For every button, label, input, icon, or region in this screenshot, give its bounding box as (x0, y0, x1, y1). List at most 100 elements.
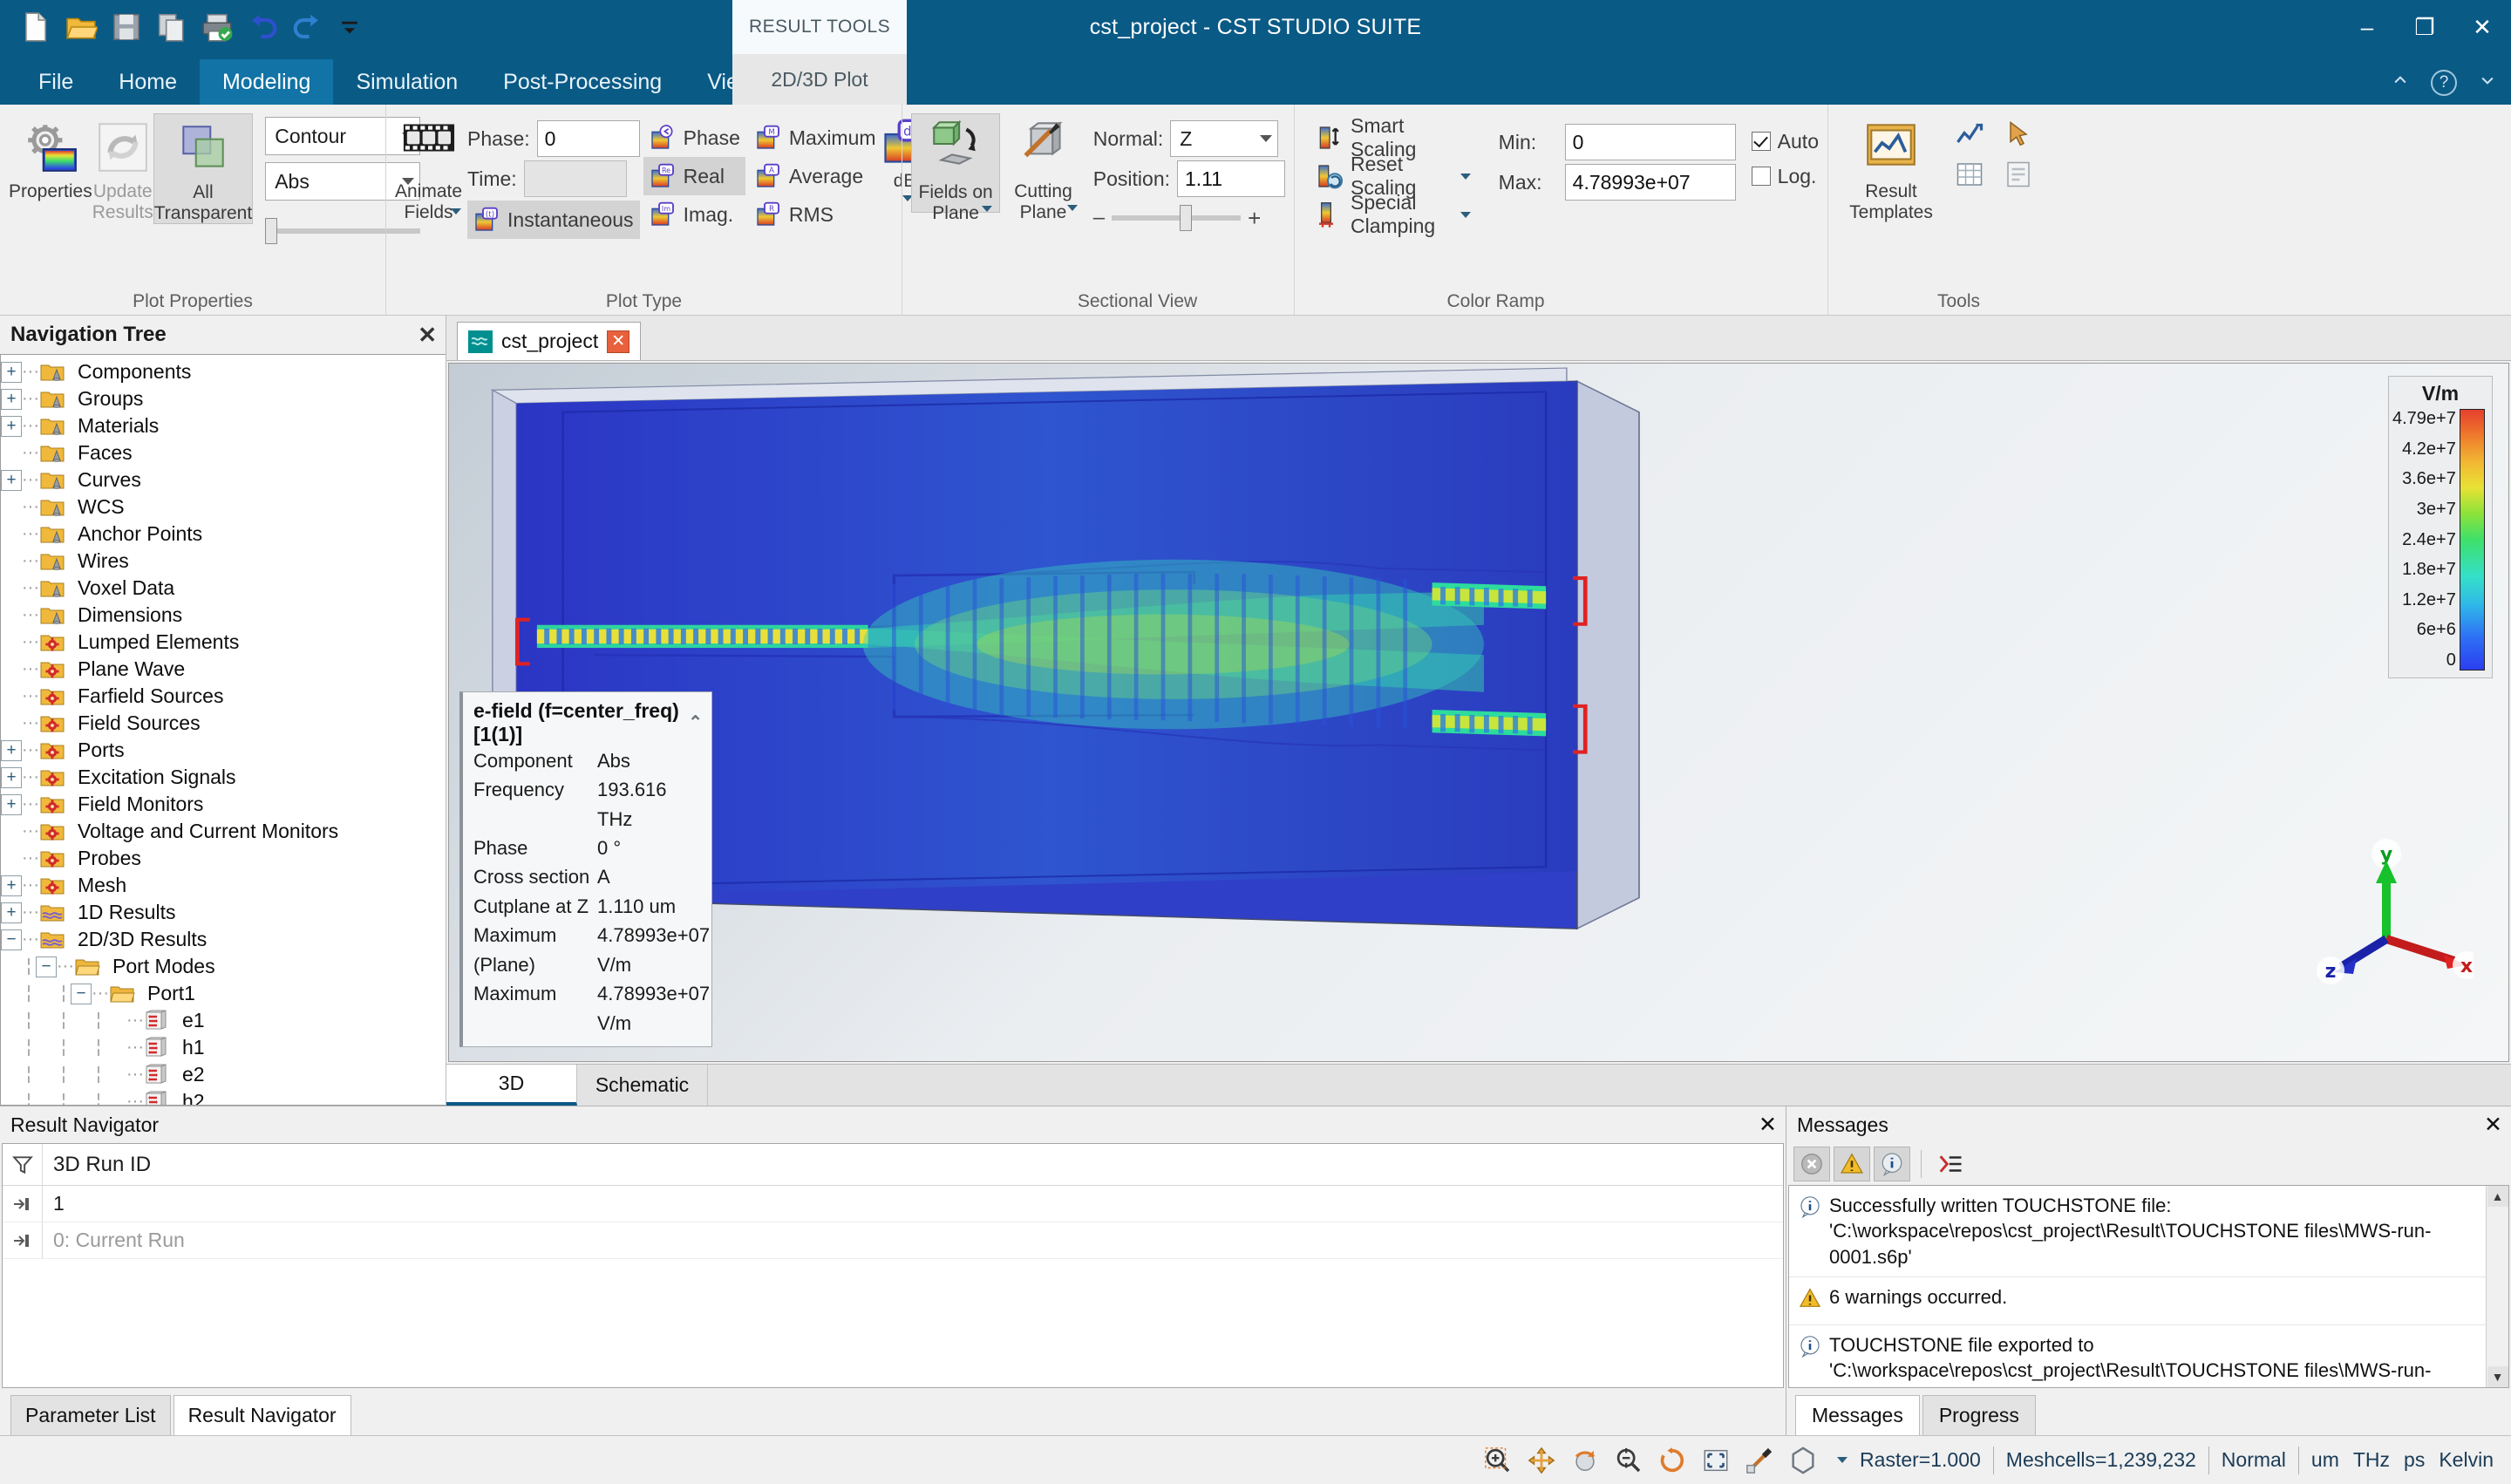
tab-simulation[interactable]: Simulation (333, 59, 480, 105)
tab-3d[interactable]: 3D (446, 1065, 577, 1106)
smart-scaling-button[interactable]: Smart Scaling (1310, 119, 1476, 157)
tree-item-wires[interactable]: ···Wires (1, 548, 446, 575)
tab-progress[interactable]: Progress (1922, 1395, 2036, 1435)
position-increment-button[interactable]: + (1248, 205, 1261, 232)
result-navigator-row[interactable]: 0: Current Run (3, 1222, 1783, 1259)
tree-item-h1[interactable]: ¦¦¦···h1 (1, 1034, 446, 1061)
navigation-tree[interactable]: +···Components+···Groups+···Materials···… (0, 354, 446, 1106)
min-input[interactable]: 0 (1565, 124, 1736, 160)
result-templates-button[interactable]: Result Templates (1837, 113, 1945, 222)
tree-item-materials[interactable]: +···Materials (1, 412, 446, 439)
zoom-icon[interactable] (1483, 1446, 1513, 1475)
tree-item-probes[interactable]: ···Probes (1, 845, 446, 872)
zoom-out-icon[interactable] (1614, 1446, 1643, 1475)
rms-button[interactable]: R RMS (749, 195, 881, 234)
tree-item-anchor-points[interactable]: ···Anchor Points (1, 521, 446, 548)
pick-icon[interactable] (1745, 1446, 1774, 1475)
tree-item-h2[interactable]: ¦¦¦···h2 (1, 1088, 446, 1106)
tab-2d-3d-plot[interactable]: 2D/3D Plot (732, 54, 907, 105)
error-filter-icon[interactable] (1793, 1147, 1830, 1181)
tab-schematic[interactable]: Schematic (577, 1065, 708, 1106)
close-icon[interactable]: ✕ (2484, 1112, 2502, 1138)
close-icon[interactable]: ✕ (607, 330, 629, 353)
tab-post-processing[interactable]: Post-Processing (480, 59, 684, 105)
tree-item-1d-results[interactable]: +···1D Results (1, 899, 446, 926)
tree-item-field-monitors[interactable]: +···Field Monitors (1, 791, 446, 818)
position-decrement-button[interactable]: – (1093, 206, 1105, 230)
position-input[interactable]: 1.11 (1177, 160, 1285, 197)
tree-item-e2[interactable]: ¦¦¦···e2 (1, 1061, 446, 1088)
message-item[interactable]: 6 warnings occurred. (1789, 1277, 2486, 1324)
animate-fields-button[interactable]: Animate Fields (395, 113, 462, 214)
tree-item-lumped-elements[interactable]: ···Lumped Elements (1, 629, 446, 656)
tree-expander[interactable]: + (1, 389, 22, 410)
warning-filter-icon[interactable] (1834, 1147, 1870, 1181)
chart-icon[interactable] (1954, 119, 1985, 150)
tree-item-mesh[interactable]: +···Mesh (1, 872, 446, 899)
instantaneous-button[interactable]: (t) Instantaneous (467, 201, 640, 239)
slider-knob[interactable] (1180, 205, 1192, 231)
messages-scrollbar[interactable]: ▲ ▼ (2486, 1186, 2508, 1387)
tree-item-port-modes[interactable]: ¦−···Port Modes (1, 953, 446, 980)
close-button[interactable]: ✕ (2453, 0, 2511, 54)
minimize-button[interactable]: – (2338, 0, 2396, 54)
close-icon[interactable]: ✕ (1759, 1112, 1777, 1138)
boundary-icon[interactable] (1788, 1446, 1818, 1475)
tree-item-voxel-data[interactable]: ···Voxel Data (1, 575, 446, 602)
tree-expander[interactable]: − (1, 929, 22, 950)
real-button[interactable]: Re Real (643, 157, 745, 195)
slider-knob[interactable] (265, 218, 277, 244)
new-icon[interactable] (19, 10, 52, 44)
reset-scaling-button[interactable]: Reset Scaling (1310, 157, 1476, 195)
collapse-ribbon-icon[interactable] (2389, 71, 2412, 94)
cutting-plane-button[interactable]: Cutting Plane (1000, 113, 1086, 211)
tree-item-curves[interactable]: +···Curves (1, 466, 446, 494)
auto-checkbox-row[interactable]: Auto (1752, 124, 1819, 159)
update-results-button[interactable]: Update Results (92, 113, 153, 222)
print-icon[interactable] (201, 10, 234, 44)
average-button[interactable]: A Average (749, 157, 881, 195)
chevron-up-icon[interactable]: ⌃ (688, 711, 703, 733)
3d-viewport[interactable]: V/m 4.79e+74.2e+73.6e+73e+72.4e+71.8e+71… (448, 363, 2509, 1062)
scroll-down-icon[interactable]: ▼ (2487, 1366, 2508, 1387)
result-navigator-row[interactable]: 1 (3, 1186, 1783, 1222)
tree-item-voltage-and-current-monitors[interactable]: ···Voltage and Current Monitors (1, 818, 446, 845)
filter-icon[interactable] (3, 1144, 43, 1185)
tree-item-port1[interactable]: ¦¦−···Port1 (1, 980, 446, 1007)
message-item[interactable]: Successfully written TOUCHSTONE file: 'C… (1789, 1186, 2486, 1277)
imag-button[interactable]: Im Imag. (643, 195, 745, 234)
properties-button[interactable]: Properties (9, 113, 92, 202)
open-icon[interactable] (65, 10, 98, 44)
phase-button[interactable]: Phase (643, 119, 745, 157)
position-slider[interactable] (1112, 203, 1241, 233)
tree-item-plane-wave[interactable]: ···Plane Wave (1, 656, 446, 683)
tree-item-components[interactable]: +···Components (1, 358, 446, 385)
special-clamping-button[interactable]: Special Clamping (1310, 195, 1476, 234)
maximize-button[interactable]: ❐ (2396, 0, 2453, 54)
scroll-up-icon[interactable]: ▲ (2487, 1186, 2508, 1207)
tree-expander[interactable]: + (1, 767, 22, 788)
tree-item-wcs[interactable]: ···WCS (1, 494, 446, 521)
phase-input[interactable]: 0 (537, 120, 640, 157)
tree-expander[interactable]: + (1, 875, 22, 896)
maximum-button[interactable]: M Maximum (749, 119, 881, 157)
result-navigator-table[interactable]: 3D Run ID 10: Current Run (2, 1143, 1784, 1388)
message-item[interactable]: TOUCHSTONE file exported to 'C:\workspac… (1789, 1325, 2486, 1388)
log-checkbox-row[interactable]: Log. (1752, 159, 1819, 194)
tree-item-2d-3d-results[interactable]: −···2D/3D Results (1, 926, 446, 953)
tab-result-navigator[interactable]: Result Navigator (174, 1395, 351, 1435)
max-input[interactable]: 4.78993e+07 (1565, 164, 1736, 201)
tree-item-groups[interactable]: +···Groups (1, 385, 446, 412)
info-filter-icon[interactable] (1874, 1147, 1910, 1181)
redo-icon[interactable] (291, 10, 324, 44)
auto-checkbox[interactable] (1752, 132, 1771, 151)
pan-icon[interactable] (1527, 1446, 1556, 1475)
tab-parameter-list[interactable]: Parameter List (10, 1395, 171, 1435)
rotate-icon[interactable] (1570, 1446, 1600, 1475)
tree-item-ports[interactable]: +···Ports (1, 737, 446, 764)
tree-expander[interactable]: + (1, 794, 22, 815)
tree-expander[interactable]: + (1, 362, 22, 383)
tree-item-field-sources[interactable]: ···Field Sources (1, 710, 446, 737)
tree-item-faces[interactable]: ···Faces (1, 439, 446, 466)
tree-item-dimensions[interactable]: ···Dimensions (1, 602, 446, 629)
